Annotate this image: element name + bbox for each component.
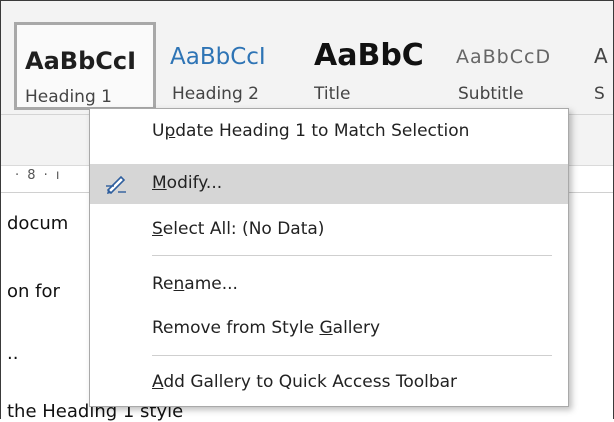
style-context-menu: Update Heading 1 to Match Selection Modi… [89, 108, 569, 407]
style-sample-text: AaBbC [314, 38, 424, 73]
menu-icon-gutter [90, 109, 138, 406]
style-sample-text: A [594, 44, 608, 68]
style-name-label: Heading 2 [172, 84, 259, 104]
modify-pencil-icon [104, 172, 128, 196]
menu-item-label: Modify... [152, 173, 223, 193]
ruler-marks: · 8 · ı [15, 168, 62, 183]
style-sample-text: AaBbCcI [25, 47, 137, 75]
document-line: on for [7, 281, 60, 302]
menu-item-select-all[interactable]: Select All: (No Data) [90, 210, 568, 250]
menu-item-label: Remove from Style Gallery [152, 318, 381, 338]
document-line: docum [7, 213, 69, 234]
menu-item-label: Rename... [152, 274, 238, 294]
menu-item-remove-from-gallery[interactable]: Remove from Style Gallery [90, 309, 568, 349]
menu-item-label: Add Gallery to Quick Access Toolbar [152, 372, 458, 392]
style-sample-text: AaBbCcI [170, 44, 266, 70]
style-name-label: Heading 1 [25, 87, 112, 107]
style-next[interactable]: A S [592, 22, 614, 110]
menu-separator [152, 355, 552, 356]
style-heading-2[interactable]: AaBbCcI Heading 2 [164, 22, 296, 110]
menu-separator [152, 255, 552, 256]
menu-item-rename[interactable]: Rename... [90, 265, 568, 305]
menu-item-label: Update Heading 1 to Match Selection [152, 121, 470, 141]
menu-item-update-heading[interactable]: Update Heading 1 to Match Selection [90, 112, 568, 152]
style-name-label: Title [314, 84, 351, 104]
style-name-label: Subtitle [458, 84, 524, 104]
styles-gallery-row: AaBbCcI Heading 1 AaBbCcI Heading 2 AaBb… [14, 22, 614, 110]
style-heading-1[interactable]: AaBbCcI Heading 1 [14, 22, 156, 110]
style-name-label: S [594, 84, 605, 104]
document-line: .. [7, 343, 19, 364]
style-subtitle[interactable]: AaBbCcD Subtitle [450, 22, 582, 110]
menu-item-modify[interactable]: Modify... [90, 164, 568, 204]
menu-item-label: Select All: (No Data) [152, 219, 325, 239]
style-sample-text: AaBbCcD [456, 46, 552, 68]
menu-item-add-to-quick-access[interactable]: Add Gallery to Quick Access Toolbar [90, 363, 568, 403]
style-title[interactable]: AaBbC Title [306, 22, 438, 110]
